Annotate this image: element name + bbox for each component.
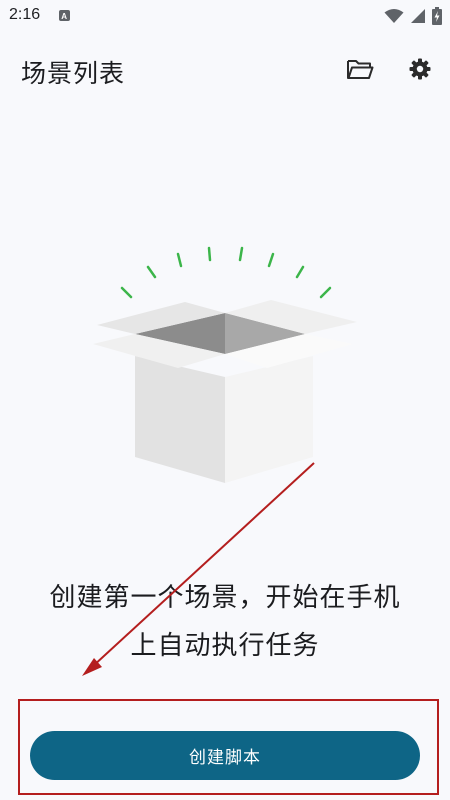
empty-state-message: 创建第一个场景，开始在手机 上自动执行任务 bbox=[0, 574, 450, 670]
create-script-button[interactable]: 创建脚本 bbox=[30, 731, 420, 780]
notification-a-icon: A bbox=[59, 10, 70, 21]
signal-icon bbox=[411, 9, 425, 23]
wifi-icon bbox=[384, 9, 404, 23]
folder-open-icon bbox=[347, 60, 374, 79]
battery-charging-icon bbox=[432, 7, 442, 25]
open-box-illustration bbox=[85, 240, 365, 490]
status-bar: 2:16 A bbox=[0, 0, 450, 32]
sparkle-lines bbox=[120, 246, 332, 299]
page-title: 场景列表 bbox=[21, 59, 126, 88]
top-app-bar: 场景列表 bbox=[0, 40, 450, 100]
settings-gear-icon bbox=[409, 58, 431, 80]
settings-button[interactable] bbox=[405, 54, 435, 84]
status-icons bbox=[384, 7, 442, 25]
folder-button[interactable] bbox=[345, 54, 375, 84]
empty-state-message-line1: 创建第一个场景，开始在手机 bbox=[49, 583, 401, 613]
svg-text:A: A bbox=[61, 12, 67, 21]
empty-state-message-line2: 上自动执行任务 bbox=[130, 631, 320, 661]
status-time: 2:16 bbox=[9, 6, 41, 23]
